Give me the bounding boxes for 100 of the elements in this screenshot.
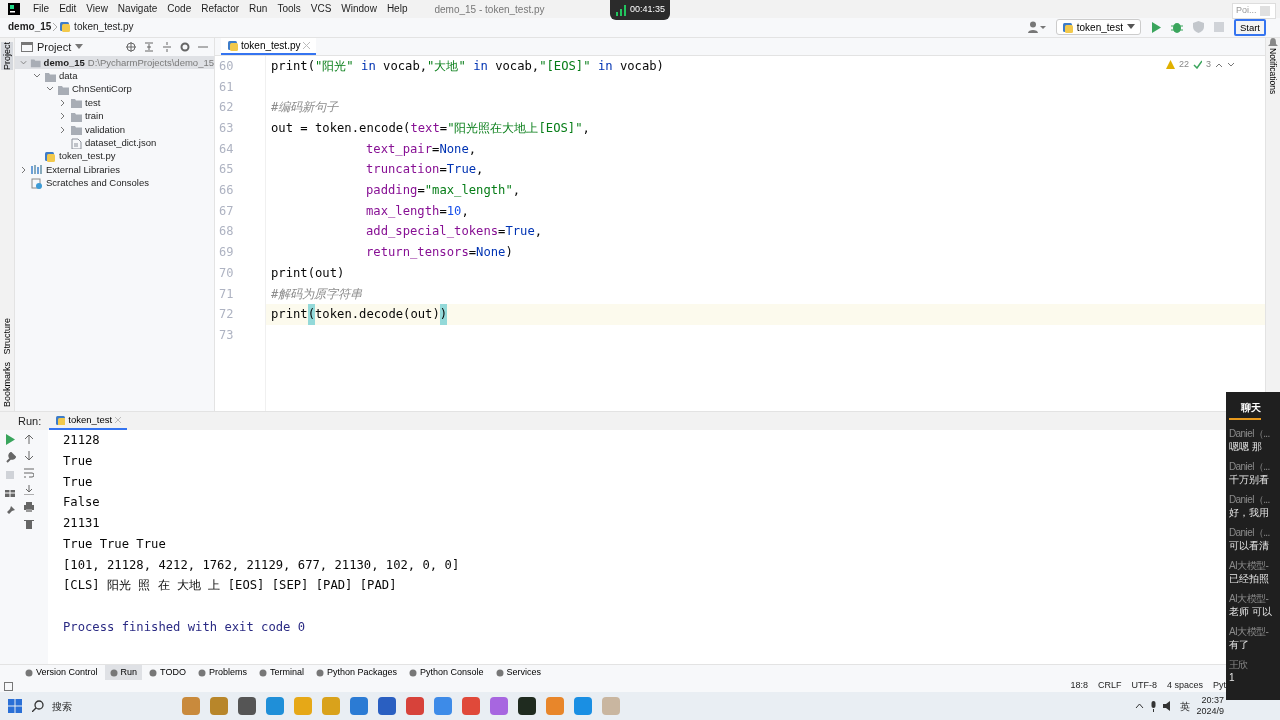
tree-item[interactable]: data xyxy=(15,69,214,83)
debug-button[interactable] xyxy=(1170,21,1183,34)
menu-item[interactable]: Window xyxy=(336,0,382,18)
status-item[interactable]: CRLF xyxy=(1097,679,1122,693)
app-logo-icon xyxy=(8,3,20,15)
tree-item[interactable]: ChnSentiCorp xyxy=(15,82,214,97)
console-output-line: 21131 xyxy=(63,515,100,533)
taskbar-time[interactable]: 20:37 xyxy=(1196,695,1224,706)
locate-button[interactable] xyxy=(126,41,136,52)
console-output-line: [101, 21128, 4212, 1762, 21129, 677, 21130, 102, 0, 0] xyxy=(63,556,460,574)
tree-item[interactable]: train xyxy=(15,109,214,123)
console-output-line: [CLS] 阳光 照 在 大地 上 [EOS] [SEP] [PAD] [PAD] xyxy=(63,577,397,595)
close-icon xyxy=(303,41,311,49)
taskbar-date[interactable]: 2024/9 xyxy=(1196,706,1224,717)
status-item[interactable]: UTF-8 xyxy=(1131,679,1157,693)
tree-item[interactable]: External Libraries xyxy=(15,163,214,177)
line-number: 65 xyxy=(218,161,235,179)
console-output-line: False xyxy=(63,494,100,512)
side-tool-tab[interactable]: Project xyxy=(1,41,13,70)
code-line: #编码新句子 xyxy=(270,99,339,117)
user-icon xyxy=(1027,21,1046,34)
taskbar-app-icon[interactable] xyxy=(378,697,396,715)
line-number: 63 xyxy=(218,120,235,138)
collapse-all-button[interactable] xyxy=(162,41,172,52)
taskbar-search-field[interactable]: 搜索 xyxy=(32,698,172,714)
menu-item[interactable]: File xyxy=(28,0,55,18)
python-file-icon xyxy=(59,21,72,34)
tree-item[interactable]: Scratches and Consoles xyxy=(15,176,214,190)
tool-window-tab[interactable]: TODO xyxy=(144,665,191,681)
layout-toggle-icon[interactable] xyxy=(4,681,13,691)
settings-button[interactable] xyxy=(5,452,16,464)
chat-sender: AI大模型- xyxy=(1229,560,1270,572)
menu-item[interactable]: VCS xyxy=(305,0,337,18)
layout-button[interactable] xyxy=(5,488,16,500)
tree-item[interactable]: demo_15 D:\PycharmProjects\demo_15 xyxy=(15,55,214,70)
microphone-icon[interactable] xyxy=(1150,700,1158,712)
side-tool-tab[interactable]: Structure xyxy=(1,317,13,355)
code-line: truncation=True, xyxy=(365,161,484,179)
soft-wrap-button[interactable] xyxy=(24,468,34,479)
tool-window-tab[interactable]: Services xyxy=(490,665,547,681)
status-item[interactable]: Pyt xyxy=(1213,679,1226,693)
tree-item[interactable]: test xyxy=(15,96,214,110)
tool-window-tab[interactable]: Version Control xyxy=(20,665,103,681)
breadcrumb-item[interactable]: demo_15 xyxy=(8,19,52,36)
clear-button[interactable] xyxy=(24,519,34,530)
chat-sender: 王欣 xyxy=(1229,659,1249,671)
scroll-down-button[interactable] xyxy=(24,451,34,462)
taskbar-app-icon[interactable] xyxy=(518,697,536,715)
start-menu-button[interactable] xyxy=(8,699,22,713)
tree-item[interactable]: dataset_dict.json xyxy=(15,136,214,150)
rerun-button[interactable] xyxy=(5,434,16,446)
tree-item[interactable]: token_test.py xyxy=(15,149,214,164)
tool-icon xyxy=(149,668,158,677)
tool-icon xyxy=(25,668,33,677)
user-menu-button[interactable] xyxy=(1027,21,1046,34)
settings-button[interactable] xyxy=(180,41,190,52)
code-line: #解码为原字符串 xyxy=(270,285,363,303)
menu-item[interactable]: Tools xyxy=(272,0,306,18)
menu-item[interactable]: Code xyxy=(162,0,197,18)
code-text: token.decode(out) xyxy=(315,306,440,324)
scratches-icon xyxy=(31,177,43,189)
run-configuration-dropdown[interactable]: token_test xyxy=(1055,19,1141,36)
input-method-indicator[interactable]: 英 xyxy=(1180,698,1191,714)
taskbar-app-icon[interactable] xyxy=(238,697,256,715)
menu-item[interactable]: Navigate xyxy=(112,0,163,18)
tool-window-tab[interactable]: Terminal xyxy=(253,665,309,681)
tree-item[interactable]: validation xyxy=(15,122,214,137)
console-output-line: 21128 xyxy=(63,432,100,450)
notifications-tab[interactable]: Notifications xyxy=(1266,47,1280,95)
status-item[interactable]: 4 spaces xyxy=(1166,679,1203,693)
line-number: 68 xyxy=(218,223,235,241)
window-title: demo_15 - token_test.py xyxy=(434,2,545,17)
menu-item[interactable]: Edit xyxy=(54,0,82,18)
tool-window-tab[interactable]: Python Packages xyxy=(310,665,402,681)
tool-window-tab[interactable]: Python Console xyxy=(404,665,489,681)
code-line: print(out) xyxy=(270,264,345,282)
tool-window-tab[interactable]: Problems xyxy=(192,665,252,681)
scroll-to-end-button[interactable] xyxy=(24,485,34,496)
run-button[interactable] xyxy=(1150,22,1161,33)
down-arrow-icon xyxy=(24,451,34,462)
menu-item[interactable]: Refactor xyxy=(196,0,245,18)
coverage-button[interactable] xyxy=(1192,21,1204,34)
tool-window-tab[interactable]: Run xyxy=(104,665,143,681)
chevron-up-icon[interactable] xyxy=(1135,703,1145,709)
status-item[interactable]: 18:8 xyxy=(1070,679,1088,693)
menu-item[interactable]: View xyxy=(81,0,113,18)
ok-count[interactable]: 3 xyxy=(1206,57,1211,72)
side-tool-tab[interactable]: Bookmarks xyxy=(1,362,13,408)
code-line: out = token.encode(text="阳光照在大地上[EOS]", xyxy=(270,120,590,138)
chat-tab[interactable]: 聊天 xyxy=(1229,400,1261,420)
panel-title[interactable]: Project xyxy=(37,38,72,56)
print-button[interactable] xyxy=(24,502,34,513)
chat-sender: AI大模型- xyxy=(1229,593,1270,605)
breadcrumb-item[interactable]: token_test.py xyxy=(74,19,134,36)
scroll-up-button[interactable] xyxy=(24,434,34,445)
expand-all-button[interactable] xyxy=(144,41,154,52)
code-line: max_length=10, xyxy=(365,202,469,220)
menu-item[interactable]: Run xyxy=(244,0,273,18)
menu-item[interactable]: Help xyxy=(381,0,413,18)
warning-count[interactable]: 22 xyxy=(1178,57,1189,72)
